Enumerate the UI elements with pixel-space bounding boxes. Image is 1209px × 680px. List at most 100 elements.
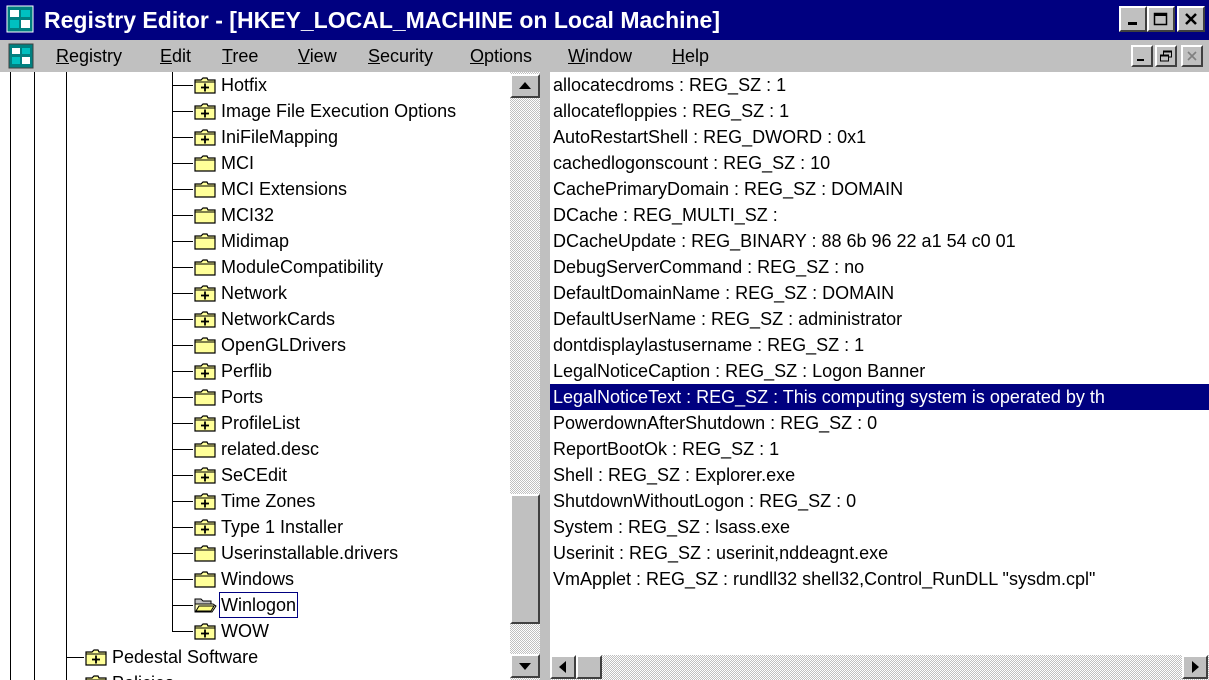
tree-connector xyxy=(172,371,193,372)
tree-connector xyxy=(172,111,193,112)
arrow-up-icon xyxy=(519,82,531,89)
tree-node-label: Image File Execution Options xyxy=(221,101,457,121)
registry-value-row[interactable]: VmApplet : REG_SZ : rundll32 shell32,Con… xyxy=(550,566,1095,592)
tree-node[interactable]: WOW xyxy=(193,618,500,644)
plus-folder-icon[interactable] xyxy=(193,282,217,304)
tree-node[interactable]: ModuleCompatibility xyxy=(193,254,500,280)
tree-node-label: Ports xyxy=(221,387,264,407)
tree-node[interactable]: Hotfix xyxy=(193,72,500,98)
registry-value-row[interactable]: LegalNoticeText : REG_SZ : This computin… xyxy=(550,384,1209,410)
close-icon xyxy=(1185,13,1197,25)
tree-node[interactable]: Image File Execution Options xyxy=(193,98,500,124)
plus-folder-icon[interactable] xyxy=(193,620,217,642)
registry-value-row[interactable]: dontdisplaylastusername : REG_SZ : 1 xyxy=(550,332,864,358)
tree-scroll-thumb[interactable] xyxy=(510,494,540,625)
registry-value-row[interactable]: DefaultUserName : REG_SZ : administrator xyxy=(550,306,902,332)
tree-node[interactable]: Pedestal Software xyxy=(84,644,500,670)
child-minimize-button[interactable] xyxy=(1131,45,1153,67)
tree-node[interactable]: Time Zones xyxy=(193,488,500,514)
tree-node[interactable]: Policies xyxy=(84,670,500,680)
registry-value-row[interactable]: AutoRestartShell : REG_DWORD : 0x1 xyxy=(550,124,866,150)
maximize-button[interactable] xyxy=(1147,6,1175,32)
plus-folder-icon[interactable] xyxy=(193,126,217,148)
tree-node[interactable]: Ports xyxy=(193,384,500,410)
tree-node[interactable]: Winlogon xyxy=(193,592,500,618)
menu-window[interactable]: Window xyxy=(568,45,632,67)
tree-node[interactable]: Midimap xyxy=(193,228,500,254)
plus-folder-icon[interactable] xyxy=(193,100,217,122)
plus-folder-icon[interactable] xyxy=(193,308,217,330)
pane-splitter[interactable] xyxy=(540,72,550,680)
plus-folder-icon[interactable] xyxy=(84,646,108,668)
registry-values-list[interactable]: allocatecdroms : REG_SZ : 1 allocateflopp… xyxy=(550,72,1209,655)
registry-key-tree[interactable]: Hotfix Image File Execution Options IniFil… xyxy=(0,72,510,680)
tree-node[interactable]: Windows xyxy=(193,566,500,592)
minimize-button[interactable] xyxy=(1119,6,1147,32)
plus-folder-icon[interactable] xyxy=(84,672,108,680)
document-window-icon[interactable] xyxy=(8,43,34,69)
registry-value-row[interactable]: System : REG_SZ : lsass.exe xyxy=(550,514,790,540)
menu-edit[interactable]: Edit xyxy=(160,45,191,67)
tree-scroll-up-button[interactable] xyxy=(510,74,540,98)
registry-value-row[interactable]: allocatecdroms : REG_SZ : 1 xyxy=(550,72,786,98)
child-restore-button[interactable] xyxy=(1155,45,1177,67)
plus-folder-icon[interactable] xyxy=(193,360,217,382)
minimize-icon xyxy=(1128,22,1137,25)
tree-node[interactable]: SeCEdit xyxy=(193,462,500,488)
tree-node-label: MCI32 xyxy=(221,205,275,225)
folder-icon xyxy=(194,181,216,198)
menu-view[interactable]: View xyxy=(298,45,337,67)
child-close-button[interactable] xyxy=(1181,45,1203,67)
registry-value-row[interactable]: DCache : REG_MULTI_SZ : xyxy=(550,202,778,228)
close-icon xyxy=(1187,51,1197,61)
registry-value-row[interactable]: allocatefloppies : REG_SZ : 1 xyxy=(550,98,789,124)
registry-value-row[interactable]: ReportBootOk : REG_SZ : 1 xyxy=(550,436,779,462)
tree-node[interactable]: NetworkCards xyxy=(193,306,500,332)
registry-value-row[interactable]: PowerdownAfterShutdown : REG_SZ : 0 xyxy=(550,410,877,436)
plus-folder-icon[interactable] xyxy=(193,516,217,538)
values-scroll-right-button[interactable] xyxy=(1182,655,1208,679)
tree-node[interactable]: OpenGLDrivers xyxy=(193,332,500,358)
tree-scroll-down-button[interactable] xyxy=(510,654,540,678)
plus-folder-icon[interactable] xyxy=(193,490,217,512)
plus-folder-icon[interactable] xyxy=(193,74,217,96)
registry-value-row[interactable]: Shell : REG_SZ : Explorer.exe xyxy=(550,462,795,488)
tree-node[interactable]: MCI xyxy=(193,150,500,176)
tree-node[interactable]: MCI32 xyxy=(193,202,500,228)
registry-value-row[interactable]: Userinit : REG_SZ : userinit,nddeagnt.ex… xyxy=(550,540,888,566)
tree-node[interactable]: Perflib xyxy=(193,358,500,384)
registry-app-icon[interactable] xyxy=(6,4,34,34)
tree-connector xyxy=(172,137,193,138)
minimize-icon xyxy=(1137,59,1144,61)
title-bar[interactable]: Registry Editor - [HKEY_LOCAL_MACHINE on… xyxy=(0,0,1209,40)
open-folder-icon xyxy=(194,598,217,613)
menu-help[interactable]: Help xyxy=(672,45,709,67)
tree-node[interactable]: Type 1 Installer xyxy=(193,514,500,540)
tree-node[interactable]: ProfileList xyxy=(193,410,500,436)
menu-options[interactable]: Options xyxy=(470,45,532,67)
values-scroll-thumb[interactable] xyxy=(576,655,602,679)
tree-node[interactable]: Userinstallable.drivers xyxy=(193,540,500,566)
values-scroll-left-button[interactable] xyxy=(550,655,576,679)
tree-node[interactable]: MCI Extensions xyxy=(193,176,500,202)
menu-tree[interactable]: Tree xyxy=(222,45,258,67)
plus-folder-icon[interactable] xyxy=(193,464,217,486)
tree-node-label: Midimap xyxy=(221,231,290,251)
registry-value-row[interactable]: DebugServerCommand : REG_SZ : no xyxy=(550,254,864,280)
registry-value-row[interactable]: cachedlogonscount : REG_SZ : 10 xyxy=(550,150,830,176)
plus-folder-icon[interactable] xyxy=(193,412,217,434)
registry-value-row[interactable]: LegalNoticeCaption : REG_SZ : Logon Bann… xyxy=(550,358,925,384)
menu-security[interactable]: Security xyxy=(368,45,433,67)
tree-node-label: Type 1 Installer xyxy=(221,517,344,537)
registry-value-row[interactable]: DefaultDomainName : REG_SZ : DOMAIN xyxy=(550,280,894,306)
registry-value-row[interactable]: CachePrimaryDomain : REG_SZ : DOMAIN xyxy=(550,176,903,202)
tree-node[interactable]: IniFileMapping xyxy=(193,124,500,150)
close-button[interactable] xyxy=(1177,6,1205,32)
tree-node[interactable]: related.desc xyxy=(193,436,500,462)
tree-connector xyxy=(172,579,193,580)
menu-registry[interactable]: Registry xyxy=(56,45,122,67)
registry-value-row[interactable]: DCacheUpdate : REG_BINARY : 88 6b 96 22 … xyxy=(550,228,1016,254)
values-horizontal-scrollbar[interactable] xyxy=(550,655,1209,680)
tree-node[interactable]: Network xyxy=(193,280,500,306)
registry-value-row[interactable]: ShutdownWithoutLogon : REG_SZ : 0 xyxy=(550,488,856,514)
